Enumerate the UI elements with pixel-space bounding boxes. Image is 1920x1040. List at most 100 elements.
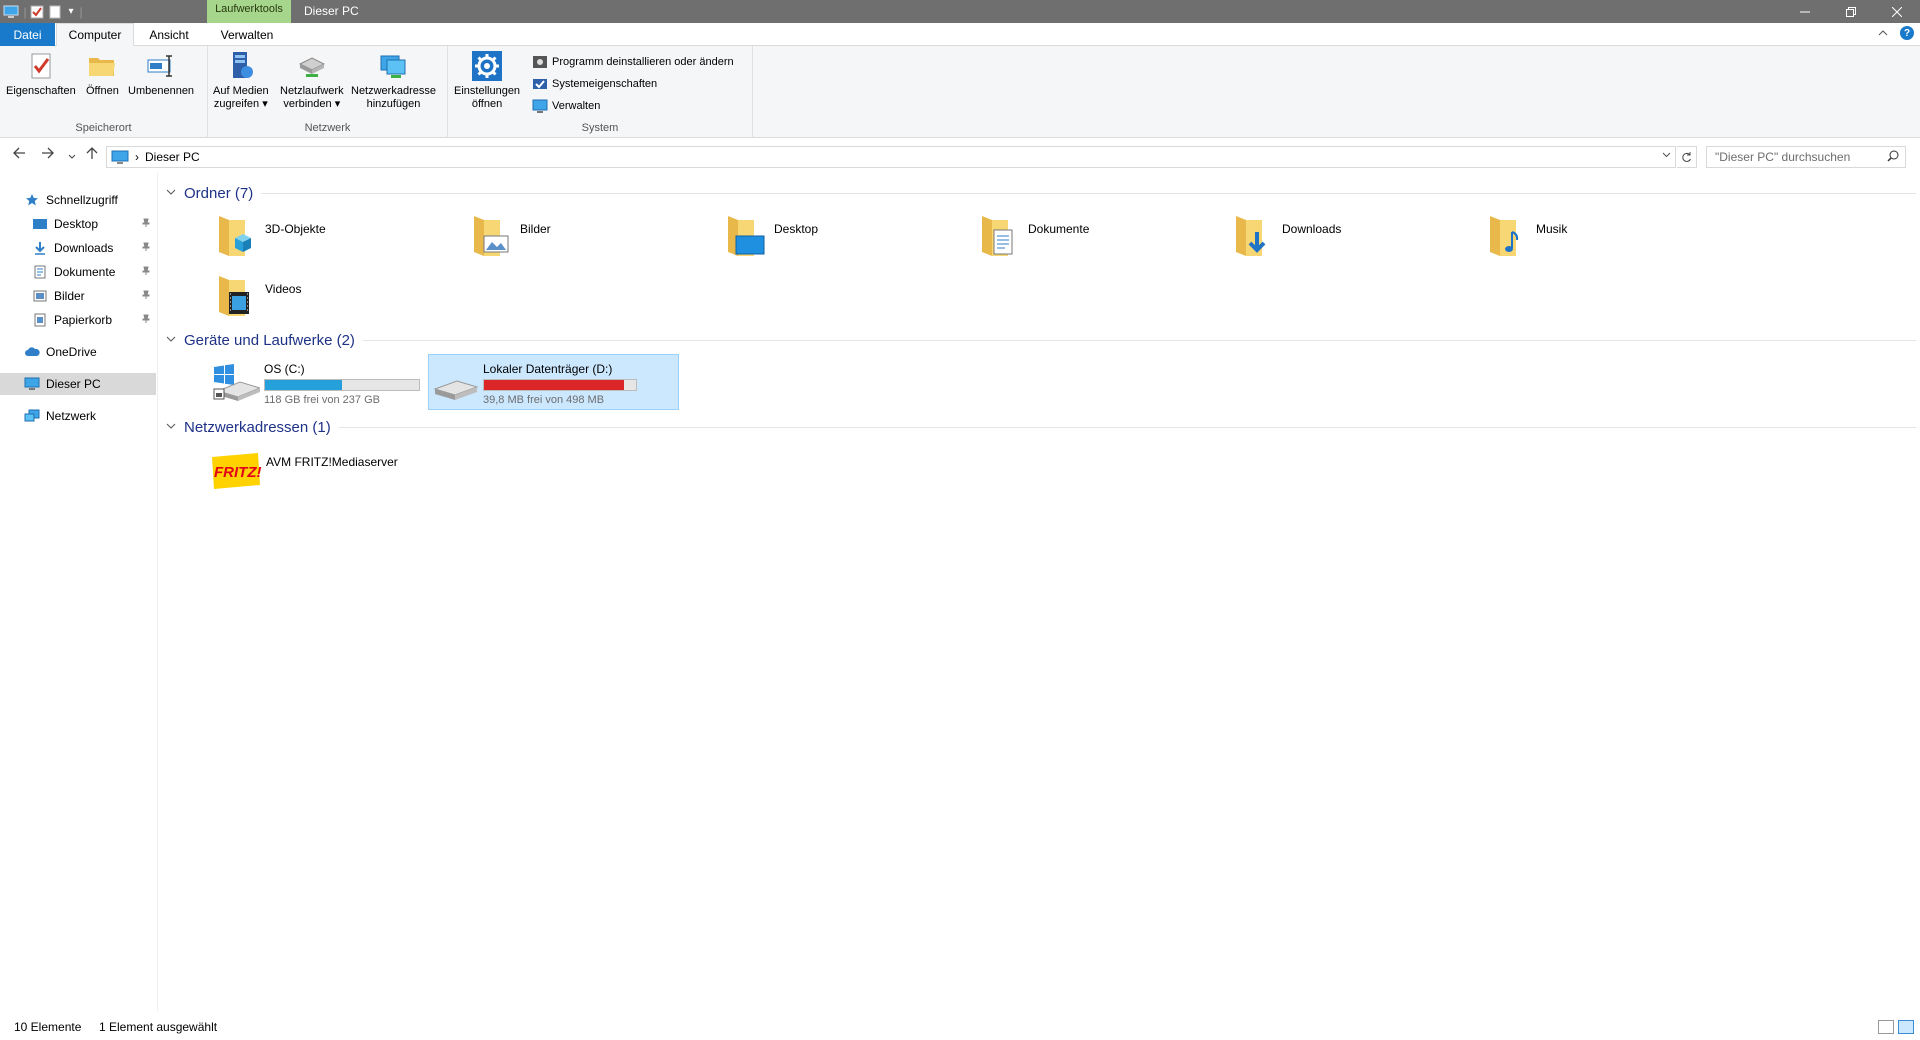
media-server-icon bbox=[232, 52, 253, 78]
breadcrumb[interactable]: Dieser PC bbox=[145, 150, 200, 164]
address-toolbar: › Dieser PC "Dieser PC" durchsuchen bbox=[0, 138, 1920, 172]
windows-drive-icon bbox=[213, 364, 260, 401]
nav-item-desktop[interactable]: Desktop bbox=[0, 213, 156, 235]
folder-tile[interactable]: Bilder bbox=[470, 212, 710, 268]
recycle-bin-icon bbox=[32, 312, 48, 328]
nav-item-pictures[interactable]: Bilder bbox=[0, 285, 156, 307]
access-media-button[interactable]: Auf Medien zugreifen ▾ bbox=[213, 50, 269, 111]
nav-item-documents[interactable]: Dokumente bbox=[0, 261, 156, 283]
properties-qat-icon[interactable] bbox=[28, 0, 46, 23]
computer-icon[interactable] bbox=[0, 0, 22, 23]
address-dropdown[interactable] bbox=[1662, 150, 1671, 162]
up-button[interactable] bbox=[85, 146, 99, 164]
folder-tile[interactable]: Desktop bbox=[724, 212, 964, 268]
collapse-ribbon-icon[interactable] bbox=[1878, 26, 1888, 40]
documents-folder-icon bbox=[982, 216, 1013, 256]
pin-icon[interactable] bbox=[142, 290, 150, 303]
group-label-network: Netzwerk bbox=[304, 122, 351, 134]
folder-tile[interactable]: Videos bbox=[215, 272, 455, 328]
folder-tile[interactable]: Downloads bbox=[1232, 212, 1472, 268]
computer-management-icon bbox=[532, 99, 548, 113]
network-location-tile[interactable]: FRITZ! AVM FRITZ!Mediaserver bbox=[210, 445, 450, 501]
star-icon bbox=[24, 192, 40, 208]
chevron-down-icon bbox=[1662, 152, 1671, 158]
chevron-down-icon[interactable] bbox=[166, 187, 176, 199]
restore-button[interactable] bbox=[1828, 0, 1874, 23]
drive-tile-d[interactable]: Lokaler Datenträger (D:) 39,8 MB frei vo… bbox=[428, 354, 679, 410]
close-button[interactable] bbox=[1874, 0, 1920, 23]
back-button[interactable] bbox=[12, 146, 26, 164]
tab-manage[interactable]: Verwalten bbox=[212, 23, 282, 46]
context-tab-drive-tools: Laufwerktools bbox=[207, 0, 291, 23]
map-network-drive-button[interactable]: Netzlaufwerk verbinden ▾ bbox=[280, 50, 344, 111]
folder-tile[interactable]: 3D-Objekte bbox=[215, 212, 455, 268]
desktop-icon bbox=[32, 216, 48, 232]
details-view-button[interactable] bbox=[1878, 1020, 1894, 1034]
chevron-down-icon[interactable] bbox=[166, 421, 176, 433]
folder-tile[interactable]: Dokumente bbox=[978, 212, 1218, 268]
section-network-locations-header[interactable]: Netzwerkadressen (1) bbox=[166, 417, 1916, 437]
nav-item-downloads[interactable]: Downloads bbox=[0, 237, 156, 259]
group-location: Eigenschaften Öffnen Umbenennen Speicher… bbox=[0, 46, 208, 138]
drive-tile-c[interactable]: OS (C:) 118 GB frei von 237 GB bbox=[210, 355, 464, 411]
nav-item-recycle-bin[interactable]: Papierkorb bbox=[0, 309, 156, 331]
open-settings-button[interactable]: Einstellungen öffnen bbox=[454, 50, 520, 111]
pictures-folder-icon bbox=[474, 216, 509, 256]
fritz-logo-icon: FRITZ! bbox=[212, 453, 261, 489]
search-icon[interactable] bbox=[1887, 150, 1899, 165]
downloads-folder-icon bbox=[1236, 216, 1266, 256]
3d-objects-folder-icon bbox=[219, 216, 251, 256]
hard-drive-icon bbox=[433, 380, 479, 400]
system-properties-button[interactable]: Systemeigenschaften bbox=[532, 75, 657, 93]
desktop-folder-icon bbox=[728, 216, 765, 256]
minimize-button[interactable] bbox=[1782, 0, 1828, 23]
quick-access-toolbar: | ▾ | bbox=[0, 0, 84, 23]
section-devices-header[interactable]: Geräte und Laufwerke (2) bbox=[166, 330, 1916, 350]
chevron-down-icon[interactable] bbox=[166, 334, 176, 346]
help-icon[interactable]: ? bbox=[1900, 26, 1914, 40]
ribbon-tabs: Datei Computer Ansicht Verwalten ? bbox=[0, 23, 1920, 47]
status-bar: 10 Elemente 1 Element ausgewählt bbox=[0, 1012, 1920, 1040]
search-box[interactable]: "Dieser PC" durchsuchen bbox=[1706, 146, 1906, 168]
refresh-button[interactable] bbox=[1677, 146, 1697, 168]
uninstall-program-button[interactable]: Programm deinstallieren oder ändern bbox=[532, 53, 734, 71]
pin-icon[interactable] bbox=[142, 266, 150, 279]
qat-dropdown[interactable]: ▾ bbox=[64, 0, 78, 23]
cloud-icon bbox=[24, 344, 40, 360]
up-arrow-icon bbox=[86, 147, 98, 159]
pictures-icon bbox=[32, 288, 48, 304]
nav-quick-access[interactable]: Schnellzugriff bbox=[0, 189, 156, 211]
this-pc-icon bbox=[111, 150, 129, 164]
tab-file[interactable]: Datei bbox=[0, 23, 55, 46]
folder-tile[interactable]: Musik bbox=[1486, 212, 1726, 268]
recent-locations-button[interactable] bbox=[68, 148, 76, 165]
properties-button[interactable]: Eigenschaften bbox=[6, 50, 76, 98]
nav-network[interactable]: Netzwerk bbox=[0, 405, 156, 427]
tab-view[interactable]: Ansicht bbox=[140, 23, 198, 46]
window-title: Dieser PC bbox=[304, 4, 359, 18]
chevron-down-icon bbox=[68, 154, 76, 159]
open-button[interactable]: Öffnen bbox=[86, 50, 119, 98]
manage-button[interactable]: Verwalten bbox=[532, 97, 600, 115]
properties-icon bbox=[31, 53, 51, 79]
network-icon bbox=[24, 408, 40, 424]
forward-button[interactable] bbox=[41, 146, 55, 164]
breadcrumb-separator[interactable]: › bbox=[135, 150, 139, 164]
pin-icon[interactable] bbox=[142, 314, 150, 327]
content-pane: Ordner (7) 3D-Objekte Bilder Desktop Dok… bbox=[160, 172, 1920, 1012]
large-icons-view-button[interactable] bbox=[1898, 1020, 1914, 1034]
nav-onedrive[interactable]: OneDrive bbox=[0, 341, 156, 363]
drive-free-space: 39,8 MB frei von 498 MB bbox=[483, 394, 605, 406]
pin-icon[interactable] bbox=[142, 242, 150, 255]
pin-icon[interactable] bbox=[142, 218, 150, 231]
drive-usage-bar bbox=[483, 379, 637, 391]
new-folder-qat-icon[interactable] bbox=[46, 0, 64, 23]
nav-this-pc[interactable]: Dieser PC bbox=[0, 373, 156, 395]
rename-button[interactable]: Umbenennen bbox=[128, 50, 194, 98]
rename-icon bbox=[147, 55, 173, 77]
address-bar[interactable]: › Dieser PC bbox=[106, 146, 1676, 168]
section-folders-header[interactable]: Ordner (7) bbox=[166, 183, 1916, 203]
download-icon bbox=[32, 240, 48, 256]
tab-computer[interactable]: Computer bbox=[56, 23, 134, 47]
add-network-location-button[interactable]: Netzwerkadresse hinzufügen bbox=[351, 50, 436, 111]
